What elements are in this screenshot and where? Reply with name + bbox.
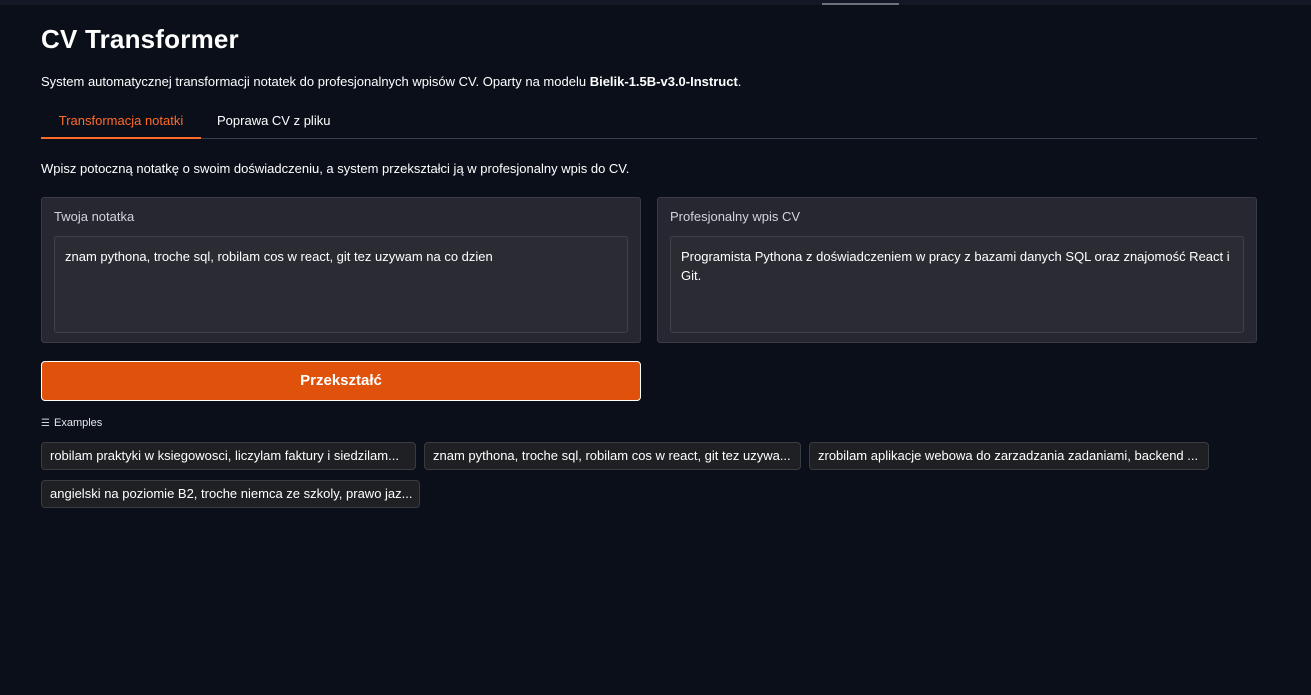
transform-button[interactable]: Przekształć — [41, 361, 641, 401]
example-item[interactable]: znam pythona, troche sql, robilam cos w … — [424, 442, 801, 470]
note-input-panel: Twoja notatka znam pythona, troche sql, … — [41, 197, 641, 343]
examples-label: Examples — [54, 417, 103, 429]
tab-poprawa-cv-z-pliku[interactable]: Poprawa CV z pliku — [217, 104, 330, 138]
cv-output-box[interactable]: Programista Pythona z doświadczeniem w p… — [670, 236, 1244, 333]
note-input-label: Twoja notatka — [54, 209, 135, 224]
page-subtitle: System automatycznej transformacji notat… — [41, 74, 741, 89]
tab-bar: Transformacja notatki Poprawa CV z pliku — [41, 104, 1257, 139]
subtitle-text: System automatycznej transformacji notat… — [41, 74, 590, 89]
subtitle-suffix: . — [737, 74, 742, 89]
cv-output-label: Profesjonalny wpis CV — [670, 209, 801, 224]
tab-transformacja-notatki[interactable]: Transformacja notatki — [41, 104, 201, 139]
cv-output-panel: Profesjonalny wpis CV Programista Python… — [657, 197, 1257, 343]
note-input-field[interactable]: znam pythona, troche sql, robilam cos w … — [65, 247, 617, 322]
example-item[interactable]: robilam praktyki w ksiegowosci, liczylam… — [41, 442, 416, 470]
examples-header: ☰ Examples — [41, 417, 102, 429]
page-title: CV Transformer — [41, 24, 239, 54]
note-input-box: znam pythona, troche sql, robilam cos w … — [54, 236, 628, 333]
tab-description: Wpisz potoczną notatkę o swoim doświadcz… — [41, 161, 630, 176]
model-name: Bielik-1.5B-v3.0-Instruct — [589, 74, 738, 89]
top-bar-indicator — [822, 3, 899, 5]
top-bar — [0, 0, 1311, 5]
example-item[interactable]: angielski na poziomie B2, troche niemca … — [41, 480, 420, 508]
list-icon: ☰ — [41, 418, 50, 429]
example-item[interactable]: zrobilam aplikacje webowa do zarzadzania… — [809, 442, 1209, 470]
